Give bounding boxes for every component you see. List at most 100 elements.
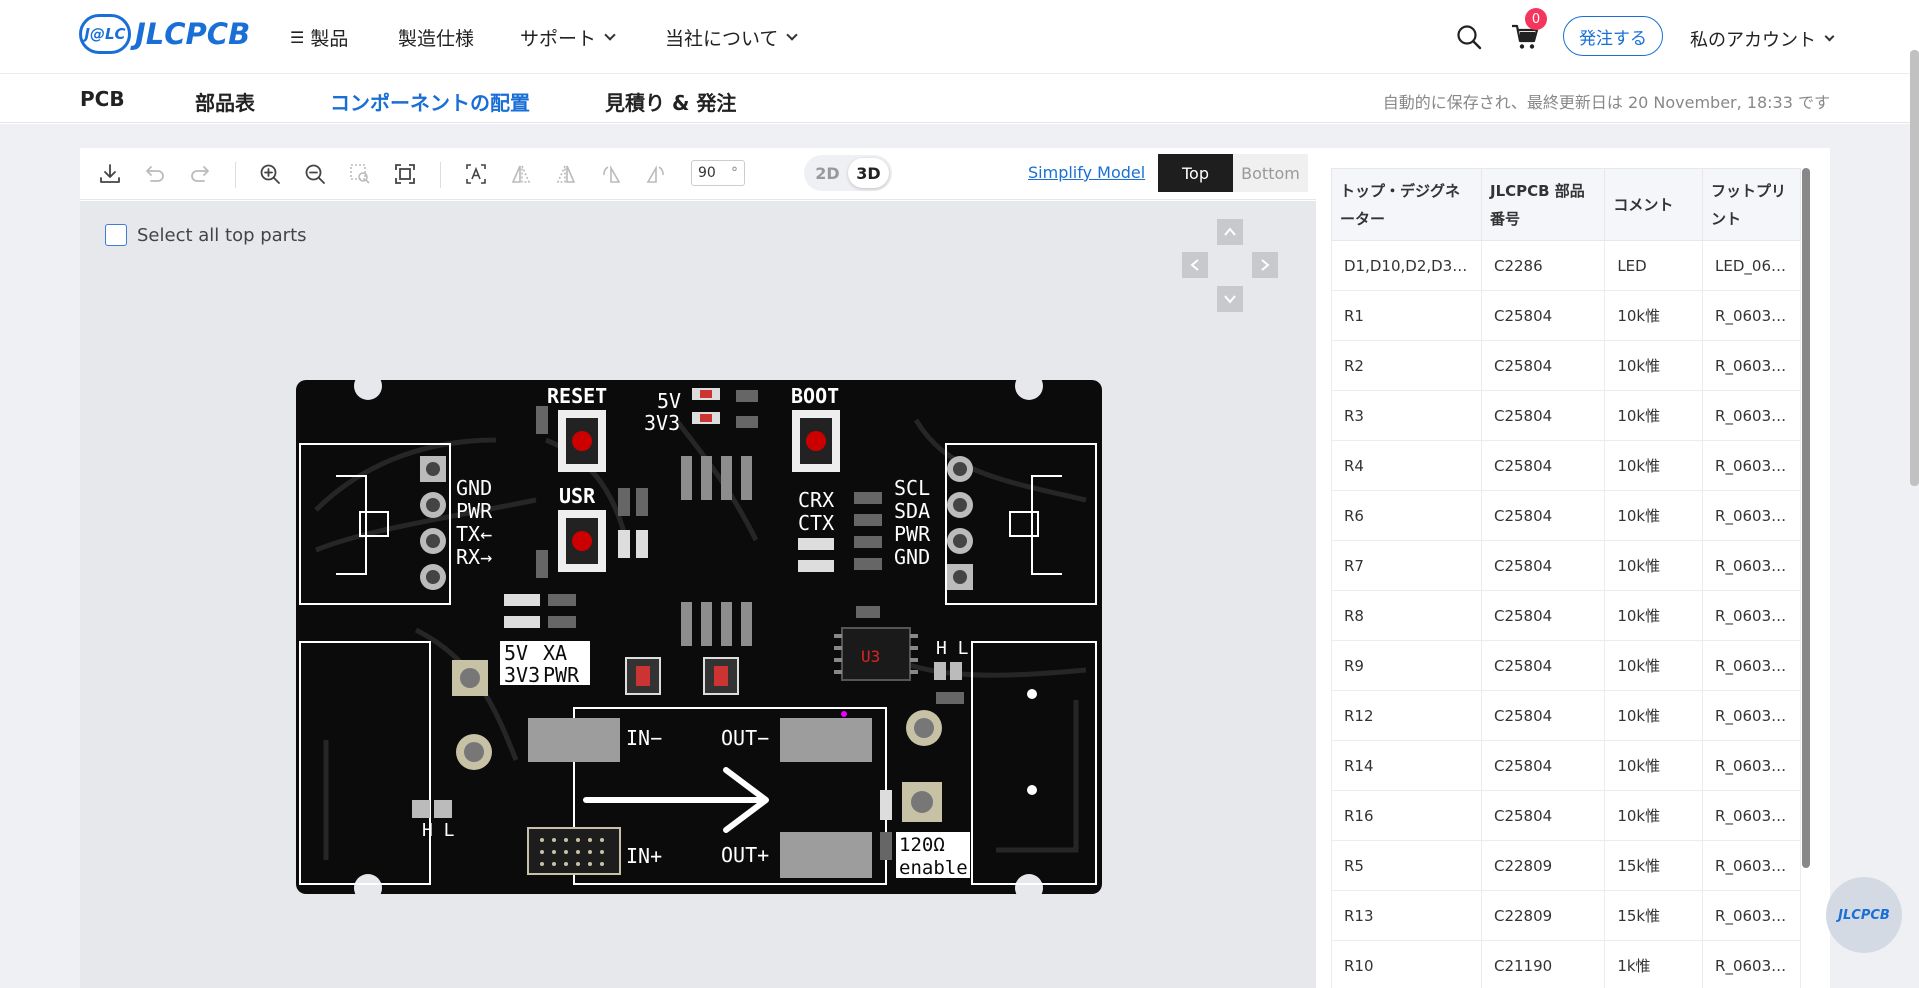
cell-comment: 15k惟 — [1604, 890, 1704, 941]
pan-right-button[interactable] — [1252, 252, 1278, 278]
nav-specs[interactable]: 製造仕様 — [398, 24, 474, 51]
pan-down-button[interactable] — [1217, 286, 1243, 312]
cell-part-number: C25804 — [1480, 690, 1606, 741]
text-select-icon[interactable] — [464, 162, 488, 186]
step-bom[interactable]: 部品表 — [195, 87, 255, 116]
cell-comment: 10k惟 — [1604, 290, 1704, 341]
cell-designator: R13 — [1331, 890, 1482, 941]
order-button[interactable]: 発注する — [1563, 16, 1663, 56]
cell-part-number: C25804 — [1480, 540, 1606, 591]
top-side-button[interactable]: Top — [1158, 154, 1233, 192]
table-row[interactable]: R16 C25804 10k惟 R_0603… — [1331, 790, 1801, 841]
select-all-top-parts[interactable]: Select all top parts — [105, 224, 307, 246]
cell-designator: R10 — [1331, 940, 1482, 988]
table-row[interactable]: R12 C25804 10k惟 R_0603… — [1331, 690, 1801, 741]
rotation-angle-input[interactable]: 90 ° — [691, 160, 745, 186]
pcb-board-render[interactable]: RESET BOOT 5V 3V3 USR GND PWR TX← RX→ SC… — [296, 380, 1102, 894]
cell-part-number: C21190 — [1480, 940, 1606, 988]
label-3v3-b: 3V3 — [504, 663, 540, 687]
zoom-out-icon[interactable] — [303, 162, 327, 186]
rotate-left-icon[interactable] — [599, 162, 623, 186]
chevron-down-icon — [1824, 31, 1835, 42]
step-quote-order[interactable]: 見積り & 発注 — [605, 87, 736, 116]
label-crx: CRX — [798, 488, 834, 512]
mode-2d-button[interactable]: 2D — [807, 158, 848, 188]
cell-designator: R2 — [1331, 340, 1482, 391]
table-row[interactable]: R9 C25804 10k惟 R_0603… — [1331, 640, 1801, 691]
nav-specs-label: 製造仕様 — [398, 28, 475, 50]
cell-footprint: R_0603… — [1702, 640, 1801, 691]
col-comment[interactable]: コメント — [1604, 168, 1704, 241]
col-designator[interactable]: トップ・デジグネーター — [1331, 168, 1482, 241]
cell-designator: R6 — [1331, 490, 1482, 541]
toolbar-divider — [235, 162, 236, 188]
cell-designator: R4 — [1331, 440, 1482, 491]
cell-footprint: R_0603… — [1702, 590, 1801, 641]
bom-table: トップ・デジグネーター JLCPCB 部品番号 コメント フットプリント D1,… — [1331, 168, 1801, 988]
label-usr: USR — [559, 484, 596, 508]
cell-part-number: C25804 — [1480, 590, 1606, 641]
cell-designator: R3 — [1331, 390, 1482, 441]
mode-3d-button[interactable]: 3D — [848, 158, 889, 188]
table-row[interactable]: R2 C25804 10k惟 R_0603… — [1331, 340, 1801, 391]
simplify-model-link[interactable]: Simplify Model — [1028, 163, 1145, 182]
flip-vertical-icon[interactable] — [554, 162, 578, 186]
col-footprint[interactable]: フットプリント — [1702, 168, 1801, 241]
download-icon[interactable] — [98, 162, 122, 186]
select-all-checkbox[interactable] — [105, 224, 127, 246]
cell-part-number: C25804 — [1480, 290, 1606, 341]
table-row[interactable]: D1,D10,D2,D3,… C2286 LED LED_06… — [1331, 240, 1801, 291]
table-row[interactable]: R3 C25804 10k惟 R_0603… — [1331, 390, 1801, 441]
cell-comment: 1k惟 — [1604, 940, 1704, 988]
table-row[interactable]: R14 C25804 10k惟 R_0603… — [1331, 740, 1801, 791]
table-row[interactable]: R8 C25804 10k惟 R_0603… — [1331, 590, 1801, 641]
select-all-label: Select all top parts — [137, 224, 307, 246]
logo-text: JLCPCB — [135, 17, 251, 51]
table-row[interactable]: R6 C25804 10k惟 R_0603… — [1331, 490, 1801, 541]
table-row[interactable]: R10 C21190 1k惟 R_0603… — [1331, 940, 1801, 988]
undo-icon[interactable] — [143, 162, 167, 186]
cell-part-number: C25804 — [1480, 640, 1606, 691]
bottom-side-button[interactable]: Bottom — [1233, 154, 1308, 192]
table-row[interactable]: R4 C25804 10k惟 R_0603… — [1331, 440, 1801, 491]
flip-horizontal-icon[interactable] — [509, 162, 533, 186]
page-scrollbar[interactable] — [1910, 50, 1919, 486]
zoom-selection-icon[interactable] — [348, 162, 372, 186]
step-component-placement[interactable]: コンポーネントの配置 — [330, 87, 530, 128]
table-scrollbar[interactable] — [1802, 168, 1810, 868]
cell-comment: 10k惟 — [1604, 790, 1704, 841]
search-icon[interactable] — [1456, 24, 1482, 50]
table-row[interactable]: R7 C25804 10k惟 R_0603… — [1331, 540, 1801, 591]
pan-left-button[interactable] — [1182, 252, 1208, 278]
table-row[interactable]: R13 C22809 15k惟 R_0603… — [1331, 890, 1801, 941]
cell-designator: D1,D10,D2,D3,… — [1331, 240, 1482, 291]
rotate-right-icon[interactable] — [644, 162, 668, 186]
cell-part-number: C22809 — [1480, 840, 1606, 891]
cell-part-number: C25804 — [1480, 340, 1606, 391]
cell-footprint: R_0603… — [1702, 740, 1801, 791]
step-pcb[interactable]: PCB — [80, 87, 125, 111]
redo-icon[interactable] — [188, 162, 212, 186]
view-mode-toggle: 2D 3D — [804, 155, 892, 191]
zoom-in-icon[interactable] — [258, 162, 282, 186]
nav-about[interactable]: 当社について — [665, 24, 799, 51]
col-part-number[interactable]: JLCPCB 部品番号 — [1480, 168, 1606, 241]
table-row[interactable]: R5 C22809 15k惟 R_0603… — [1331, 840, 1801, 891]
jlcpcb-help-bubble[interactable]: JLCPCB — [1826, 877, 1902, 953]
pan-up-button[interactable] — [1217, 219, 1243, 245]
chevron-down-icon — [604, 29, 616, 41]
table-row[interactable]: R1 C25804 10k惟 R_0603… — [1331, 290, 1801, 341]
jlcpcb-logo[interactable]: J@LC JLCPCB — [79, 14, 250, 54]
label-pwr-right: PWR — [894, 522, 931, 546]
label-120-ohm: 120Ω — [899, 834, 945, 856]
label-rx: RX→ — [456, 545, 492, 569]
origin-marker — [841, 711, 847, 717]
account-menu[interactable]: 私のアカウント — [1690, 26, 1835, 52]
fit-view-icon[interactable] — [393, 162, 417, 186]
nav-support[interactable]: サポート — [520, 24, 616, 51]
label-boot: BOOT — [791, 384, 839, 408]
nav-products[interactable]: ☰ 製品 — [290, 24, 348, 51]
order-steps: PCB 部品表 コンポーネントの配置 見積り & 発注 自動的に保存され、最終更… — [0, 75, 1919, 128]
top-navigation: J@LC JLCPCB ☰ 製品 製造仕様 サポート 当社について 0 発注する… — [0, 0, 1919, 74]
label-pwr-b: PWR — [543, 663, 580, 687]
